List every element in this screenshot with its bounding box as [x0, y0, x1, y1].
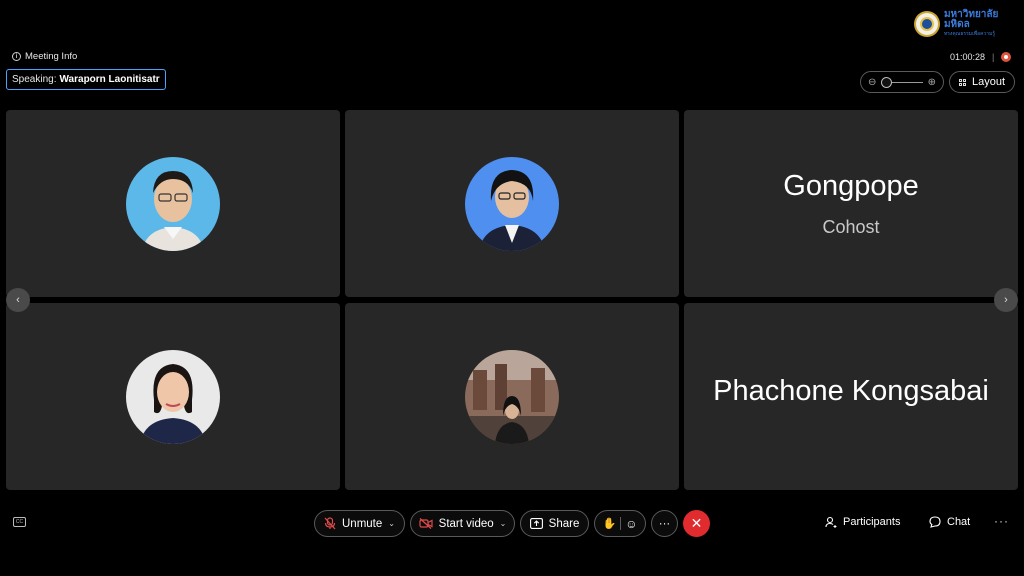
participant-tile[interactable]: [345, 110, 679, 297]
info-icon: i: [12, 52, 21, 61]
timer-separator: |: [992, 52, 995, 62]
zoom-out-icon[interactable]: ⊖: [868, 77, 876, 88]
meeting-info-button[interactable]: i Meeting Info: [12, 51, 77, 62]
participant-avatar: [465, 156, 559, 251]
participant-tile[interactable]: Phachone Kongsabai: [684, 303, 1018, 490]
unmute-label: Unmute: [342, 517, 383, 530]
close-icon: ✕: [690, 515, 703, 531]
org-logo: มหาวิทยาลัยมหิดล ทรงคุณธรรมเพื่อความรู้: [914, 10, 1024, 37]
participants-label: Participants: [843, 516, 901, 528]
zoom-slider[interactable]: ⊖ ⊕: [860, 71, 944, 93]
more-icon: ···: [658, 517, 671, 530]
grid-icon: [958, 78, 966, 86]
raise-hand-icon[interactable]: ✋: [603, 517, 617, 530]
logo-line-2: ทรงคุณธรรมเพื่อความรู้: [943, 31, 996, 37]
chat-button[interactable]: Chat: [929, 516, 970, 528]
reaction-icon[interactable]: ☺: [625, 517, 637, 531]
seal-icon: [914, 10, 940, 37]
elapsed-time: 01:00:28: [950, 52, 986, 62]
chevron-right-icon: ›: [1004, 294, 1008, 306]
speaking-prefix: Speaking:: [12, 74, 57, 85]
meeting-info-label: Meeting Info: [25, 51, 78, 62]
participant-tile[interactable]: [6, 110, 340, 297]
share-button[interactable]: Share: [520, 510, 589, 537]
overflow-menu-button[interactable]: ···: [994, 514, 1009, 528]
participant-avatar: [126, 156, 220, 251]
reactions-group[interactable]: ✋ ☺: [594, 510, 646, 537]
zoom-thumb[interactable]: [881, 76, 893, 88]
participant-avatar: [126, 349, 220, 444]
start-video-button[interactable]: Start video ⌄: [410, 510, 515, 537]
leave-meeting-button[interactable]: ✕: [683, 510, 710, 537]
more-options-button[interactable]: ···: [651, 510, 678, 537]
participant-tile[interactable]: Gongpope Cohost: [684, 110, 1018, 297]
chevron-left-icon: ‹: [16, 294, 20, 306]
previous-page-button[interactable]: ‹: [6, 288, 30, 312]
video-off-icon: [419, 518, 433, 529]
participant-name: Phachone Kongsabai: [713, 375, 989, 407]
chevron-down-icon[interactable]: ⌄: [388, 519, 395, 528]
layout-button[interactable]: Layout: [949, 71, 1015, 93]
layout-label: Layout: [971, 76, 1006, 88]
unmute-button[interactable]: Unmute ⌄: [314, 510, 405, 537]
meeting-timer: 01:00:28 |: [950, 52, 1012, 62]
zoom-in-icon[interactable]: ⊕: [928, 77, 936, 88]
logo-line-1: มหาวิทยาลัยมหิดล: [943, 9, 999, 30]
chat-label: Chat: [947, 516, 971, 528]
speaking-name: Waraporn Laonitisatr: [59, 74, 160, 85]
captions-icon[interactable]: CC: [13, 517, 26, 527]
start-video-label: Start video: [438, 517, 494, 530]
divider: [620, 517, 622, 530]
participants-icon: [825, 516, 837, 528]
recording-icon[interactable]: [1001, 52, 1012, 62]
participant-tile[interactable]: [6, 303, 340, 490]
participant-name: Gongpope: [783, 170, 919, 202]
next-page-button[interactable]: ›: [994, 288, 1018, 312]
participants-button[interactable]: Participants: [825, 516, 900, 528]
participant-avatar: [465, 349, 559, 444]
chat-icon: [929, 516, 941, 528]
zoom-track[interactable]: [881, 76, 923, 88]
active-speaker-indicator: Speaking: Waraporn Laonitisatr: [6, 69, 166, 90]
share-label: Share: [548, 517, 580, 530]
mic-muted-icon: [324, 517, 336, 530]
participant-tile[interactable]: [345, 303, 679, 490]
share-screen-icon: [529, 518, 543, 529]
participant-role: Cohost: [822, 217, 880, 237]
chevron-down-icon[interactable]: ⌄: [500, 519, 507, 528]
ellipsis-icon: ···: [994, 514, 1009, 528]
